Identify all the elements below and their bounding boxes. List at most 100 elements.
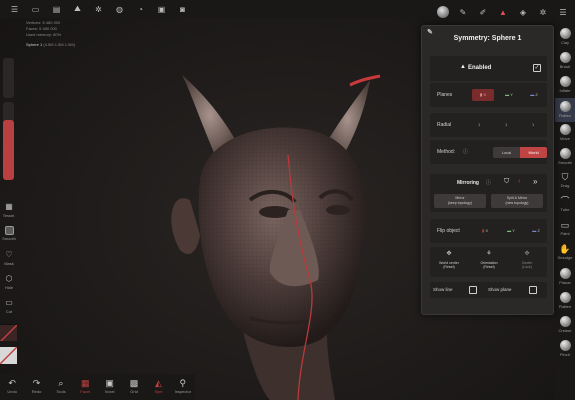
brush-icon bbox=[559, 52, 571, 63]
orientation-button[interactable]: ⚘ Orientation (Reset) bbox=[472, 251, 506, 269]
tool-smudge[interactable]: ✋ Smudge bbox=[555, 244, 575, 260]
enabled-row[interactable]: ▲ Enabled ✓ bbox=[430, 56, 547, 81]
list-icon[interactable]: ☰ bbox=[553, 2, 573, 22]
symmetry-panel: ✎ Symmetry: Sphere 1 ▲ Enabled ✓ Planes … bbox=[421, 25, 554, 315]
scene-object-label[interactable]: Sphere 1 (4.5M 1.5M 1.0M) bbox=[26, 42, 75, 47]
plane-z-button[interactable]: ▬ Z bbox=[523, 89, 545, 101]
undo-button[interactable]: ↶ Undo bbox=[0, 374, 24, 400]
tool-flatten[interactable]: Flatten bbox=[555, 98, 575, 122]
grid-icon: ▦ bbox=[5, 202, 13, 211]
flip-x-label: X bbox=[485, 228, 488, 233]
layers-icon[interactable]: ◈ bbox=[513, 2, 533, 22]
sym-button[interactable]: ◭ Sym bbox=[146, 374, 170, 400]
planar-icon bbox=[559, 268, 571, 279]
flip-row: Flip object ▮ X ▬ Y ▬ Z bbox=[430, 219, 547, 243]
show-line-label: Show line bbox=[433, 287, 453, 292]
planes-label: Planes bbox=[437, 92, 453, 98]
tool-drag[interactable]: ⛉ Drag bbox=[555, 172, 575, 188]
tool-tube[interactable]: ⌒ Tube bbox=[555, 196, 575, 212]
chevron-left-icon[interactable]: ‹ bbox=[518, 178, 520, 185]
tool-crease[interactable]: Crease bbox=[555, 316, 575, 333]
tool-smooth[interactable]: Smooth bbox=[555, 148, 575, 165]
mask-label: Mask bbox=[4, 261, 14, 266]
facet-icon: ▦ bbox=[81, 378, 90, 388]
help-icon[interactable]: ⓘ bbox=[463, 148, 468, 155]
save-icon[interactable]: ▤ bbox=[46, 0, 67, 18]
world-center-button[interactable]: ✥ World center (Reset) bbox=[432, 251, 466, 269]
method-local-option[interactable]: Local bbox=[493, 147, 520, 158]
split-mirror-button[interactable]: Split & Mirror (new topology) bbox=[491, 194, 543, 208]
chevron-right-icon[interactable]: » bbox=[533, 177, 537, 186]
radial-label: Radial bbox=[437, 122, 452, 128]
center-lock-button[interactable]: ✥ Center (Lock) bbox=[510, 251, 544, 269]
tool-pinch[interactable]: Pinch bbox=[555, 340, 575, 357]
flatten-icon bbox=[559, 292, 571, 303]
falloff-button[interactable]: ▲ bbox=[0, 165, 18, 176]
globe-icon[interactable]: ◍ bbox=[109, 0, 130, 18]
clock-icon[interactable]: ◔ bbox=[130, 0, 151, 18]
symmetry-icon: ◭ bbox=[154, 378, 162, 388]
grid-button[interactable]: ▩ Grid bbox=[122, 374, 146, 400]
tessel-button[interactable]: ▦ Tessel. bbox=[0, 202, 18, 218]
radial-z-value[interactable]: 1 bbox=[532, 122, 534, 127]
tool-brush[interactable]: Brush bbox=[555, 52, 575, 69]
tool-inflate[interactable]: Inflate bbox=[555, 76, 575, 93]
enabled-checkbox[interactable]: ✓ bbox=[533, 64, 541, 72]
flip-z-button[interactable]: ▬ Z bbox=[525, 225, 547, 237]
planes-row: Planes ▮ X ▬ Y ▬ Z bbox=[430, 83, 547, 107]
tool-planar[interactable]: Planar bbox=[555, 268, 575, 285]
gear-icon[interactable]: ✲ bbox=[88, 0, 109, 18]
mountain-icon[interactable]: ⛰ bbox=[67, 0, 88, 18]
secondary-color-swatch[interactable] bbox=[0, 347, 17, 364]
shield-icon[interactable]: ⛉ bbox=[504, 178, 509, 186]
facet-button[interactable]: ▦ Facet bbox=[73, 374, 97, 400]
hide-button[interactable]: ⬡ Hide bbox=[0, 274, 18, 290]
method-world-option[interactable]: World bbox=[520, 147, 547, 158]
image-icon[interactable]: ▣ bbox=[151, 0, 172, 18]
plane-y-label: Y bbox=[510, 92, 513, 97]
radius-slider[interactable] bbox=[3, 58, 14, 98]
tool-flatten-2[interactable]: Flatten bbox=[555, 292, 575, 309]
search-icon: ⌕ bbox=[58, 378, 64, 388]
inspector-icon: ⚲ bbox=[179, 378, 187, 388]
tool-move[interactable]: Move bbox=[555, 124, 575, 141]
settings-icon[interactable]: ✲ bbox=[533, 2, 553, 22]
3d-viewport[interactable]: ☰ ▭ ▤ ⛰ ✲ ◍ ◔ ▣ ◙ ✎ ✐ ▲ ◈ ✲ ☰ Vertices: … bbox=[0, 0, 575, 400]
voxel-button[interactable]: ▣ Voxel bbox=[98, 374, 122, 400]
material-ball-icon[interactable] bbox=[433, 2, 453, 22]
flip-x-button[interactable]: ▮ X bbox=[474, 225, 496, 237]
pin-icon[interactable]: ✎ bbox=[427, 28, 433, 36]
redo-button[interactable]: ↷ Redo bbox=[24, 374, 48, 400]
menu-icon[interactable]: ☰ bbox=[4, 0, 25, 18]
primary-color-swatch[interactable] bbox=[0, 324, 17, 341]
tool-strip: Clay Brush Inflate Flatten Move Smooth ⛉… bbox=[555, 24, 575, 400]
cut-button[interactable]: ▭ Cut bbox=[0, 298, 18, 314]
smooth-toggle[interactable]: Smooth bbox=[0, 226, 18, 241]
tools-button[interactable]: ⌕ Tools bbox=[49, 374, 73, 400]
sculpted-head-model[interactable] bbox=[120, 60, 440, 400]
radial-x-value[interactable]: 1 bbox=[478, 122, 480, 127]
mask-button[interactable]: ♡ Mask bbox=[0, 250, 18, 266]
inspector-label: Inspector bbox=[174, 389, 192, 394]
radial-y-value[interactable]: 1 bbox=[505, 122, 507, 127]
mirror-keep-topology-button[interactable]: Mirror (keep topology) bbox=[434, 194, 486, 208]
flip-y-button[interactable]: ▬ Y bbox=[500, 225, 522, 237]
object-detail: (4.5M 1.5M 1.0M) bbox=[43, 42, 75, 47]
symmetry-icon[interactable]: ▲ bbox=[493, 2, 513, 22]
cut-icon: ▭ bbox=[5, 298, 13, 307]
plane-y-button[interactable]: ▬ Y bbox=[498, 89, 520, 101]
plane-x-button[interactable]: ▮ X bbox=[472, 89, 494, 101]
inspector-button[interactable]: ⚲ Inspector bbox=[171, 374, 195, 400]
stat-line: Used memory: 80% bbox=[26, 32, 62, 37]
help-icon[interactable]: ⓘ bbox=[486, 179, 491, 186]
tool-clay[interactable]: Clay bbox=[555, 28, 575, 45]
pen-icon[interactable]: ✐ bbox=[473, 2, 493, 22]
tool-paint[interactable]: ▭ Paint bbox=[555, 220, 575, 236]
show-line-checkbox[interactable] bbox=[469, 286, 477, 294]
tool-label: Crease bbox=[558, 328, 572, 333]
brush-settings-icon[interactable]: ✎ bbox=[453, 2, 473, 22]
tools-label: Tools bbox=[56, 389, 66, 394]
camera-icon[interactable]: ◙ bbox=[172, 0, 193, 18]
folder-icon[interactable]: ▭ bbox=[25, 0, 46, 18]
show-plane-checkbox[interactable] bbox=[529, 286, 537, 294]
